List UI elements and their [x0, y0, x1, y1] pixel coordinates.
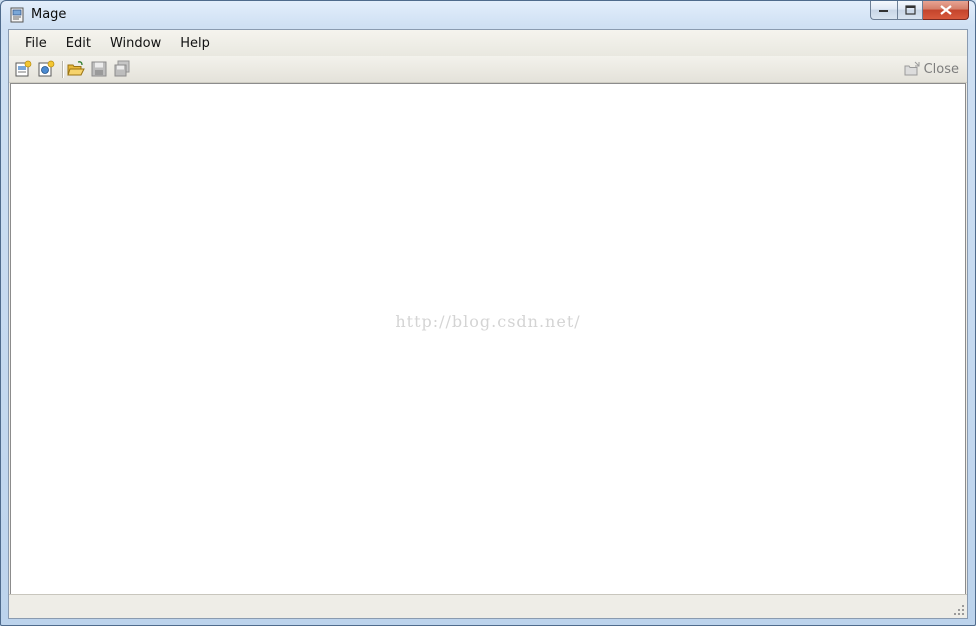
menu-edit[interactable]: Edit [58, 33, 99, 54]
main-window: Mage File Edit Window Help Close http://… [0, 0, 976, 626]
window-title: Mage [31, 7, 67, 22]
status-bar [9, 594, 967, 618]
toolbar-separator [62, 61, 64, 78]
close-document-icon [904, 61, 920, 76]
client-area: File Edit Window Help Close http://blog.… [8, 29, 968, 619]
save-icon [91, 61, 107, 77]
open-button[interactable] [67, 60, 85, 78]
save-all-icon [114, 60, 130, 77]
toolbar: Close [9, 56, 967, 83]
title-bar[interactable]: Mage [1, 1, 975, 29]
menu-bar: File Edit Window Help [9, 30, 967, 56]
new-application-button[interactable] [14, 60, 32, 78]
toolbar-close-label: Close [923, 61, 959, 77]
toolbar-close-button[interactable]: Close [904, 61, 959, 77]
close-window-button[interactable] [923, 1, 969, 20]
maximize-button[interactable] [897, 1, 923, 20]
save-button[interactable] [90, 60, 108, 78]
menu-window[interactable]: Window [102, 33, 169, 54]
caption-buttons [870, 1, 969, 21]
new-deployment-manifest-icon [38, 60, 55, 77]
watermark: http://blog.csdn.net/ [395, 312, 581, 331]
app-icon [9, 7, 25, 23]
close-icon [939, 5, 952, 15]
minimize-icon [879, 10, 888, 12]
save-all-button[interactable] [113, 60, 131, 78]
menu-file[interactable]: File [17, 33, 55, 54]
menu-help[interactable]: Help [172, 33, 218, 54]
resize-grip-icon[interactable] [953, 604, 965, 616]
minimize-button[interactable] [870, 1, 897, 20]
new-application-icon [15, 60, 32, 77]
document-area[interactable]: http://blog.csdn.net/ [10, 83, 966, 595]
new-deployment-manifest-button[interactable] [37, 60, 55, 78]
open-folder-icon [67, 61, 85, 76]
maximize-icon [904, 5, 916, 15]
